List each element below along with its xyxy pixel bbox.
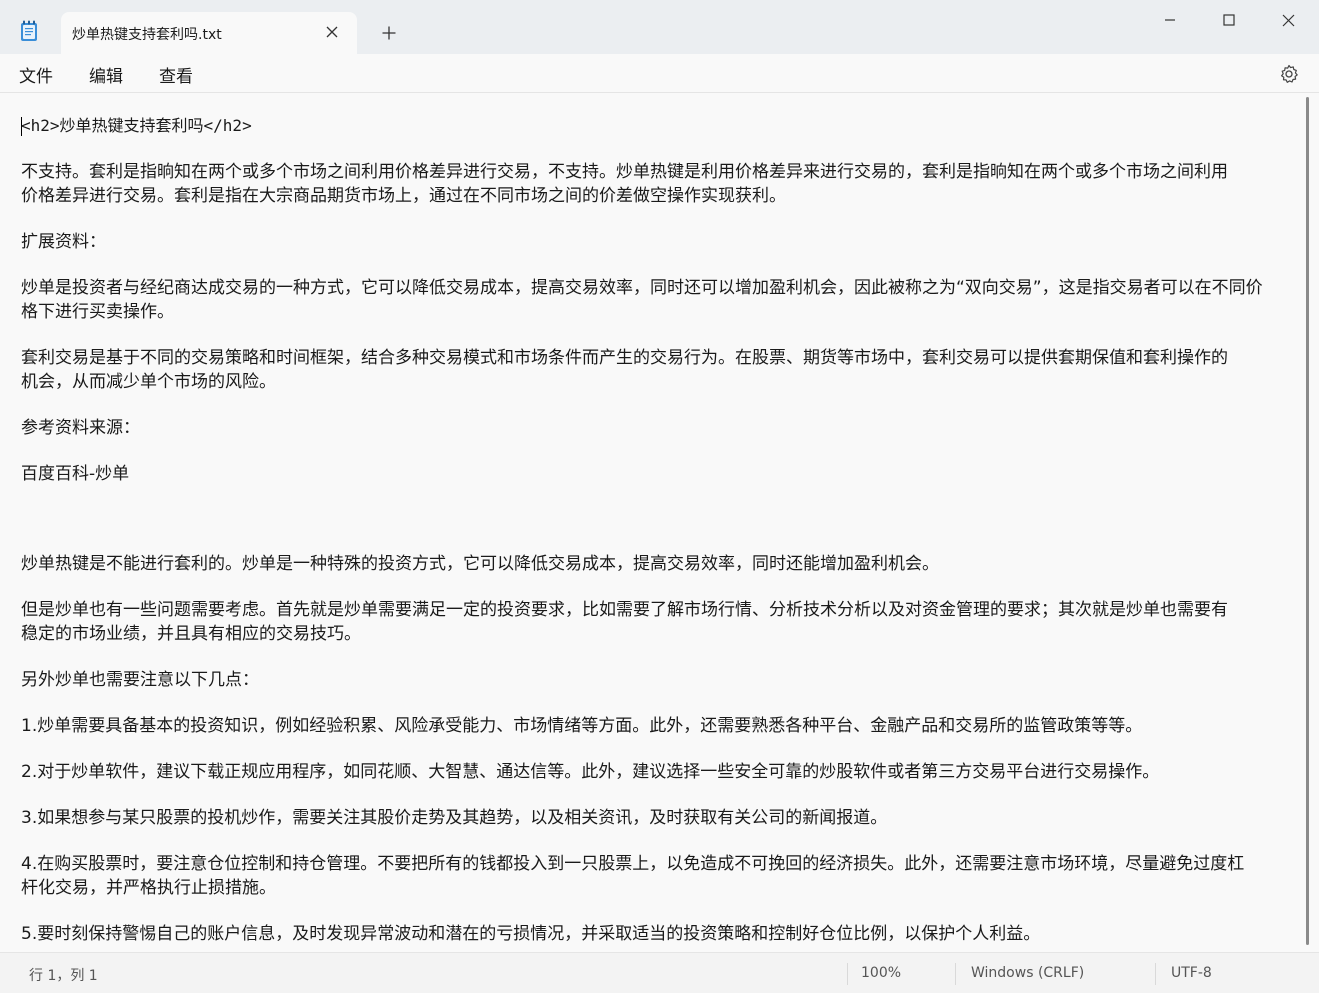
cursor-position: 行 1，列 1 bbox=[29, 968, 98, 984]
editor-line: 炒单热键是不能进行套利的。炒单是一种特殊的投资方式，它可以降低交易成本，提高交易… bbox=[21, 554, 939, 574]
editor-line: 3.如果想参与某只股票的投机炒作，需要关注其股价走势及其趋势，以及相关资讯，及时… bbox=[21, 808, 888, 828]
notepad-icon bbox=[20, 20, 38, 42]
editor-line: 炒单是投资者与经纪商达成交易的一种方式，它可以降低交易成本，提高交易效率，同时还… bbox=[21, 278, 1263, 298]
editor-line: 2.对于炒单软件，建议下载正规应用程序，如同花顺、大智慧、通达信等。此外，建议选… bbox=[21, 762, 1160, 782]
editor-line: <h2>炒单热键支持套利吗</h2> bbox=[21, 116, 252, 135]
status-divider bbox=[847, 963, 848, 985]
editor-line: 参考资料来源： bbox=[21, 418, 140, 438]
encoding[interactable]: UTF-8 bbox=[1171, 965, 1212, 981]
close-icon[interactable] bbox=[323, 23, 341, 41]
editor-line: 1.炒单需要具备基本的投资知识，例如经验积累、风险承受能力、市场情绪等方面。此外… bbox=[21, 716, 1143, 736]
status-bar: 行 1，列 1 100% Windows (CRLF) UTF-8 bbox=[0, 952, 1319, 993]
editor-line: 价格差异进行交易。套利是指在大宗商品期货市场上，通过在不同市场之间的价差做空操作… bbox=[21, 186, 786, 206]
editor-line: 格下进行买卖操作。 bbox=[21, 302, 174, 322]
editor-line: 稳定的市场业绩，并且具有相应的交易技巧。 bbox=[21, 624, 361, 644]
editor-line: 扩展资料： bbox=[21, 232, 106, 252]
editor-line: 杆化交易，并严格执行止损措施。 bbox=[21, 878, 276, 898]
editor-line: 机会，从而减少单个市场的风险。 bbox=[21, 372, 276, 392]
editor-line: 4.在购买股票时，要注意仓位控制和持仓管理。不要把所有的钱都投入到一只股票上，以… bbox=[21, 854, 1245, 874]
title-bar: 炒单热键支持套利吗.txt bbox=[0, 0, 1319, 55]
line-ending[interactable]: Windows (CRLF) bbox=[971, 965, 1084, 981]
gear-icon[interactable] bbox=[1277, 62, 1301, 86]
vertical-scrollbar[interactable] bbox=[1306, 97, 1309, 945]
editor-line: 另外炒单也需要注意以下几点： bbox=[21, 670, 259, 690]
tab-document[interactable]: 炒单热键支持套利吗.txt bbox=[61, 12, 357, 55]
editor-line: 不支持。套利是指晌知在两个或多个市场之间利用价格差异进行交易，不支持。炒单热键是… bbox=[21, 162, 1228, 182]
plus-icon[interactable] bbox=[378, 22, 400, 44]
editor-line: 百度百科-炒单 bbox=[21, 464, 130, 484]
menu-view[interactable]: 查看 bbox=[159, 62, 193, 87]
status-divider bbox=[955, 963, 956, 985]
menu-bar: 文件 编辑 查看 bbox=[0, 54, 1319, 93]
maximize-icon[interactable] bbox=[1200, 0, 1258, 40]
window-close-icon[interactable] bbox=[1259, 0, 1317, 40]
tab-title: 炒单热键支持套利吗.txt bbox=[72, 27, 222, 43]
editor-line: 套利交易是基于不同的交易策略和时间框架，结合多种交易模式和市场条件而产生的交易行… bbox=[21, 348, 1228, 368]
text-editor[interactable]: <h2>炒单热键支持套利吗</h2> 不支持。套利是指晌知在两个或多个市场之间利… bbox=[0, 93, 1319, 952]
zoom-level[interactable]: 100% bbox=[861, 965, 901, 981]
status-divider bbox=[1155, 963, 1156, 985]
editor-line: 5.要时刻保持警惕自己的账户信息，及时发现异常波动和潜在的亏损情况，并采取适当的… bbox=[21, 924, 1041, 944]
menu-edit[interactable]: 编辑 bbox=[89, 62, 123, 87]
minimize-icon[interactable] bbox=[1141, 0, 1199, 40]
editor-line: 但是炒单也有一些问题需要考虑。首先就是炒单需要满足一定的投资要求，比如需要了解市… bbox=[21, 600, 1228, 620]
menu-file[interactable]: 文件 bbox=[19, 62, 53, 87]
